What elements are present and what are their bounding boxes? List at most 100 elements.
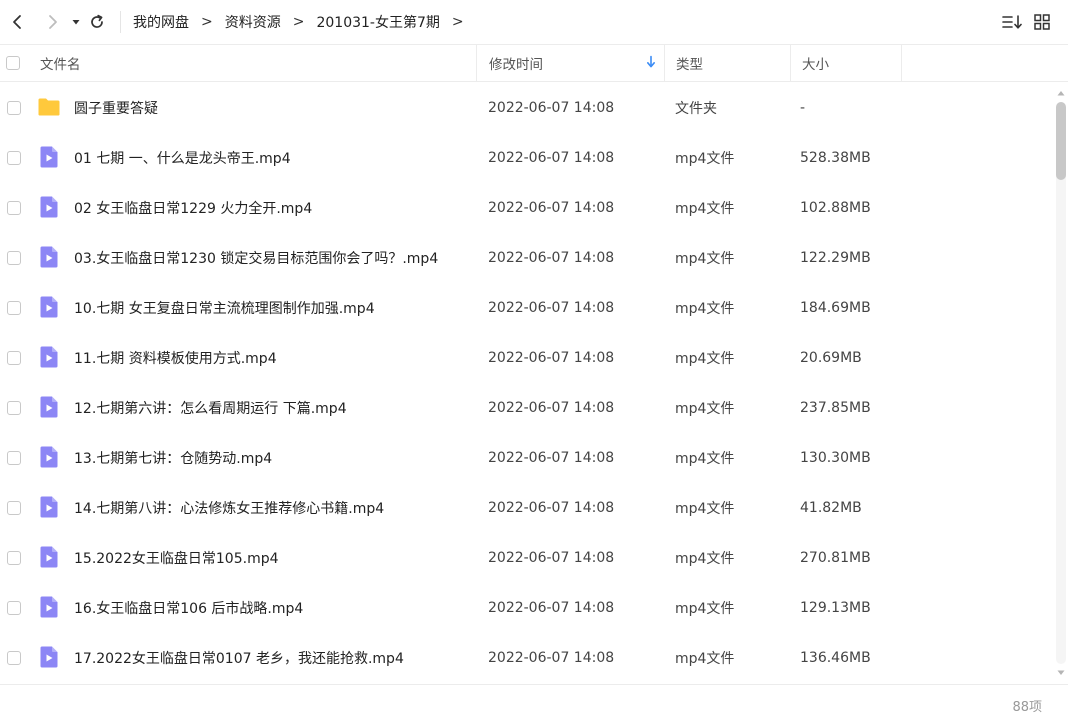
video-file-icon [37,495,61,519]
video-file-icon [37,395,61,419]
column-header-size[interactable]: 大小 [790,45,902,81]
forward-button[interactable] [42,8,64,36]
file-name[interactable]: 14.七期第八讲：心法修炼女王推荐修心书籍.mp4 [74,483,472,533]
video-file-icon [37,145,61,169]
file-type: 文件夹 [675,101,717,117]
file-name[interactable]: 15.2022女王临盘日常105.mp4 [74,533,472,583]
file-name[interactable]: 01 七期 一、什么是龙头帝王.mp4 [74,133,472,183]
modified-time: 2022-06-07 14:08 [488,550,615,566]
chevron-right-icon [49,15,57,29]
file-size: 136.46MB [800,650,871,666]
table-row[interactable]: 01 七期 一、什么是龙头帝王.mp4 2022-06-07 14:08 mp4文件… [0,133,1054,183]
column-header-size-label: 大小 [802,57,829,73]
scroll-up-arrow-icon[interactable] [1056,88,1066,98]
file-name[interactable]: 03.女王临盘日常1230 锁定交易目标范围你会了吗？.mp4 [74,233,472,283]
file-manager-window: 我的网盘 > 资料资源 > 201031-女王第7期 > 文件名 修改时间 类型… [0,0,1068,721]
row-checkbox[interactable] [7,501,21,515]
scrollbar-track[interactable] [1056,102,1066,664]
table-row[interactable]: 16.女王临盘日常106 后市战略.mp4 2022-06-07 14:08 mp4… [0,583,1054,633]
toolbar-divider [120,11,121,33]
file-name[interactable]: 10.七期 女王复盘日常主流梳理图制作加强.mp4 [74,283,472,333]
table-row[interactable]: 02 女王临盘日常1229 火力全开.mp4 2022-06-07 14:08 mp… [0,183,1054,233]
sort-button[interactable] [998,8,1026,36]
sort-descending-icon [647,55,655,68]
table-row[interactable]: 圆子重要答疑 2022-06-07 14:08 文件夹 - [0,83,1054,133]
row-checkbox[interactable] [7,601,21,615]
file-name[interactable]: 16.女王临盘日常106 后市战略.mp4 [74,583,472,633]
file-list: 圆子重要答疑 2022-06-07 14:08 文件夹 - 01 七期 一、什么是龙头帝… [0,83,1054,683]
column-header-name[interactable]: 文件名 [40,45,476,81]
file-size: 237.85MB [800,400,871,416]
file-type: mp4文件 [675,351,735,367]
file-name[interactable]: 11.七期 资料模板使用方式.mp4 [74,333,472,383]
breadcrumb-item-current-folder[interactable]: 201031-女王第7期 [316,12,439,32]
file-size: 102.88MB [800,200,871,216]
modified-time: 2022-06-07 14:08 [488,200,615,216]
breadcrumb: 我的网盘 > 资料资源 > 201031-女王第7期 > [133,12,476,32]
video-file-icon [37,445,61,469]
column-header-type[interactable]: 类型 [664,45,790,81]
file-type: mp4文件 [675,301,735,317]
column-header-modified-time[interactable]: 修改时间 [476,45,664,81]
modified-time: 2022-06-07 14:08 [488,400,615,416]
table-row[interactable]: 11.七期 资料模板使用方式.mp4 2022-06-07 14:08 mp4文件 2… [0,333,1054,383]
breadcrumb-item-resources[interactable]: 资料资源 [225,12,281,32]
file-name[interactable]: 13.七期第七讲：仓随势动.mp4 [74,433,472,483]
scrollbar-thumb[interactable] [1056,102,1066,180]
breadcrumb-item-my-drive[interactable]: 我的网盘 [133,12,189,32]
scroll-down-arrow-icon[interactable] [1056,668,1066,678]
table-row[interactable]: 10.七期 女王复盘日常主流梳理图制作加强.mp4 2022-06-07 14:0… [0,283,1054,333]
row-checkbox[interactable] [7,351,21,365]
file-type: mp4文件 [675,151,735,167]
modified-time: 2022-06-07 14:08 [488,450,615,466]
back-button[interactable] [6,8,28,36]
file-name[interactable]: 17.2022女王临盘日常0107 老乡，我还能抢救.mp4 [74,633,472,683]
folder-icon [37,95,61,119]
file-type: mp4文件 [675,401,735,417]
file-type: mp4文件 [675,251,735,267]
chevron-left-icon [13,15,21,29]
row-checkbox[interactable] [7,251,21,265]
file-size: 129.13MB [800,600,871,616]
grid-view-icon [1034,14,1050,30]
breadcrumb-separator: > [292,14,305,30]
row-checkbox[interactable] [7,201,21,215]
file-list-header: 文件名 修改时间 类型 大小 [0,44,1068,82]
row-checkbox[interactable] [7,101,21,115]
file-size: - [800,100,806,116]
table-row[interactable]: 14.七期第八讲：心法修炼女王推荐修心书籍.mp4 2022-06-07 14:0… [0,483,1054,533]
file-type: mp4文件 [675,451,735,467]
breadcrumb-separator[interactable]: > [452,14,464,30]
file-name[interactable]: 12.七期第六讲：怎么看周期运行 下篇.mp4 [74,383,472,433]
item-count: 88项 [1012,700,1042,715]
video-file-icon [37,345,61,369]
status-bar: 88项 [0,684,1068,721]
column-header-name-label: 文件名 [40,57,81,73]
file-name[interactable]: 02 女王临盘日常1229 火力全开.mp4 [74,183,472,233]
file-size: 41.82MB [800,500,862,516]
table-row[interactable]: 17.2022女王临盘日常0107 老乡，我还能抢救.mp4 2022-06-07… [0,633,1054,683]
table-row[interactable]: 13.七期第七讲：仓随势动.mp4 2022-06-07 14:08 mp4文件 13… [0,433,1054,483]
file-size: 130.30MB [800,450,871,466]
history-dropdown-button[interactable] [68,8,84,36]
row-checkbox[interactable] [7,451,21,465]
video-file-icon [37,645,61,669]
refresh-button[interactable] [86,8,108,36]
view-tools [996,8,1056,36]
sort-icon [1002,15,1022,29]
row-checkbox[interactable] [7,401,21,415]
row-checkbox[interactable] [7,151,21,165]
table-row[interactable]: 03.女王临盘日常1230 锁定交易目标范围你会了吗？.mp4 2022-06-0… [0,233,1054,283]
row-checkbox[interactable] [7,551,21,565]
modified-time: 2022-06-07 14:08 [488,100,615,116]
row-checkbox[interactable] [7,651,21,665]
grid-view-button[interactable] [1028,8,1056,36]
vertical-scrollbar[interactable] [1054,86,1068,680]
row-checkbox[interactable] [7,301,21,315]
column-header-type-label: 类型 [676,57,703,73]
file-name[interactable]: 圆子重要答疑 [74,83,472,133]
table-row[interactable]: 15.2022女王临盘日常105.mp4 2022-06-07 14:08 mp4文… [0,533,1054,583]
select-all-checkbox[interactable] [6,56,20,70]
table-row[interactable]: 12.七期第六讲：怎么看周期运行 下篇.mp4 2022-06-07 14:08 m… [0,383,1054,433]
file-type: mp4文件 [675,601,735,617]
